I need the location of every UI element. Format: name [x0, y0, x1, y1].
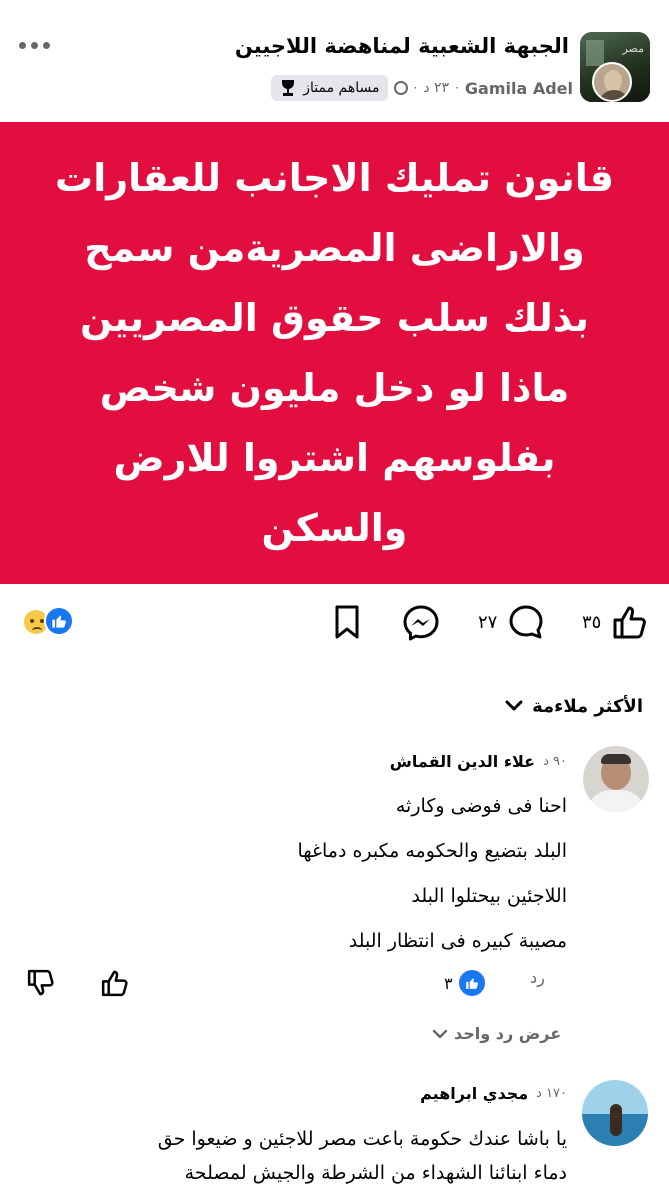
- chevron-down-icon: [432, 1029, 448, 1038]
- messenger-icon: [403, 605, 439, 641]
- like-reaction-icon: [458, 970, 485, 996]
- badge-label: مساهم ممتاز: [303, 80, 380, 96]
- comment-time: ٩٠ د: [543, 754, 567, 769]
- comment-text: يا باشا عندك حكومة باعت مصر للاجئين و ضي…: [157, 1128, 567, 1184]
- like-button[interactable]: ٣٥: [582, 602, 649, 642]
- commenter-avatar[interactable]: [583, 746, 649, 812]
- commenter-name[interactable]: مجدي ابراهيم: [420, 1084, 528, 1103]
- comment-dislike-button[interactable]: [26, 968, 56, 998]
- commenter-name[interactable]: علاء الدين القماش: [390, 752, 535, 771]
- comment: مجدي ابراهيم ١٧٠ د يا باشا عندك حكومة با…: [0, 1076, 669, 1199]
- chevron-down-icon: [505, 700, 523, 711]
- comment-reactions[interactable]: ٣: [444, 968, 485, 998]
- meta-separator: ·: [455, 81, 459, 95]
- like-count: ٣٥: [582, 611, 602, 633]
- comment-time: ١٧٠ د: [536, 1086, 567, 1101]
- comment-count: ٢٧: [478, 611, 498, 633]
- comment-like-button[interactable]: [100, 968, 130, 998]
- post-time[interactable]: ٢٣ د: [423, 80, 449, 96]
- reply-button[interactable]: رد: [530, 968, 545, 987]
- author-name[interactable]: Gamila Adel: [465, 79, 573, 98]
- group-name[interactable]: الجبهة الشعبية لمناهضة اللاجيين: [235, 34, 569, 58]
- post-body: قانون تمليك الاجانب للعقارات والاراضى ال…: [55, 156, 614, 550]
- comment-icon: [509, 605, 543, 639]
- post-action-bar: ٢٧ ٣٥: [0, 596, 669, 652]
- sort-label: الأكثر ملاءمة: [532, 695, 643, 717]
- author-avatar[interactable]: [592, 62, 632, 102]
- view-replies-label: عرض رد واحد: [454, 1024, 562, 1043]
- comment-button[interactable]: ٢٧: [478, 602, 545, 642]
- thumbs-up-icon: [101, 970, 128, 997]
- like-reaction-icon: [44, 606, 74, 636]
- meta-separator: ·: [413, 81, 418, 95]
- comment-actions: ٣ رد: [0, 962, 669, 1010]
- thumbs-down-icon: [27, 969, 54, 996]
- reaction-summary[interactable]: [22, 606, 82, 638]
- bookmark-icon: [335, 605, 359, 639]
- comments-sort-dropdown[interactable]: الأكثر ملاءمة: [504, 690, 643, 722]
- thumbs-up-icon: [613, 606, 647, 639]
- view-replies-button[interactable]: عرض رد واحد: [432, 1024, 561, 1043]
- post-header: مصر الجبهة الشعبية لمناهضة اللاجيين مساه…: [0, 0, 669, 122]
- person-circle-icon: [393, 81, 408, 95]
- more-icon: [18, 41, 26, 49]
- comment-header: علاء الدين القماش ٩٠ د: [390, 752, 567, 771]
- bookmark-button[interactable]: [330, 604, 364, 640]
- post-text-card[interactable]: قانون تمليك الاجانب للعقارات والاراضى ال…: [0, 122, 669, 584]
- comment-text: احنا فى فوضى وكارثه البلد بتضيع والحكومه…: [297, 795, 568, 952]
- post-meta: مساهم ممتاز · ٢٣ د · Gamila Adel: [271, 74, 573, 102]
- comment-header: مجدي ابراهيم ١٧٠ د: [420, 1084, 567, 1103]
- contributor-badge[interactable]: مساهم ممتاز: [271, 75, 388, 101]
- more-options-button[interactable]: [14, 30, 54, 60]
- comment-reaction-count: ٣: [444, 973, 453, 993]
- trophy-icon: [279, 80, 297, 96]
- commenter-avatar[interactable]: [582, 1080, 648, 1146]
- share-messenger-button[interactable]: [402, 604, 440, 642]
